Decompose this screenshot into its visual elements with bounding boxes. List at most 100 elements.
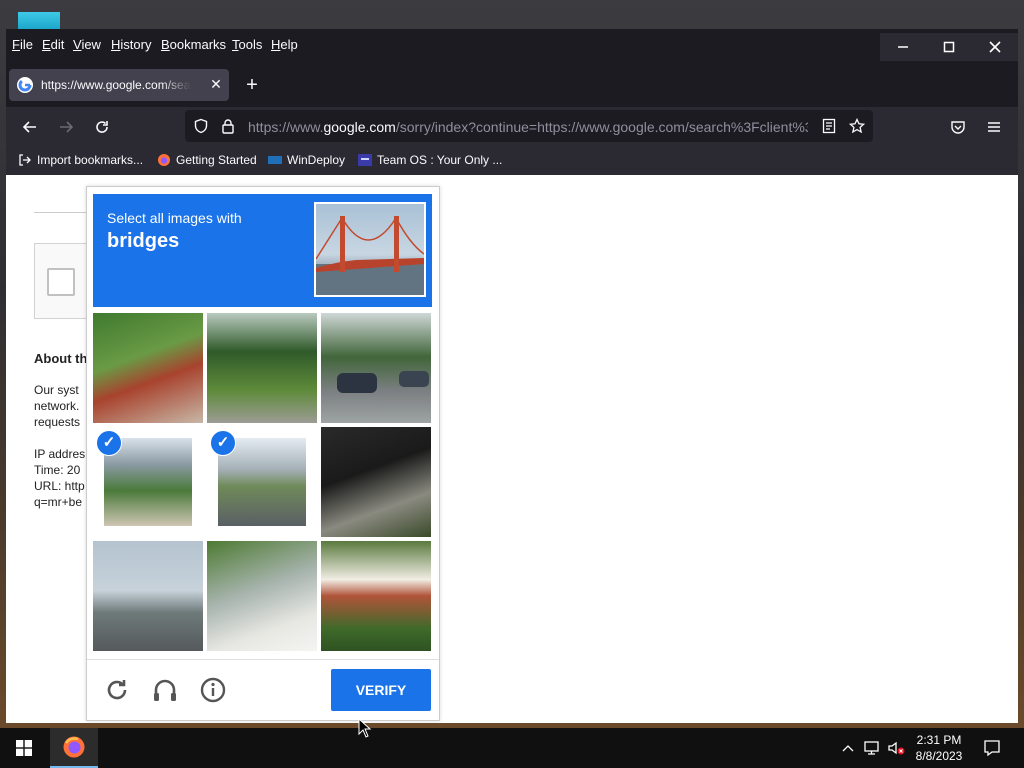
challenge-footer: VERIFY — [87, 659, 439, 720]
car-shape — [337, 373, 377, 393]
navigation-toolbar: https://www.google.com/sorry/index?conti… — [6, 107, 1018, 147]
notification-icon — [984, 740, 1000, 757]
menu-history[interactable]: History — [111, 37, 151, 52]
google-favicon-icon — [17, 77, 33, 93]
menu-bar: File Edit View History Bookmarks Tools H… — [6, 29, 1018, 61]
windeploy-icon — [268, 156, 282, 164]
volume-tray[interactable] — [886, 738, 906, 758]
bookmark-import[interactable]: Import bookmarks... — [18, 153, 143, 167]
minimize-icon — [898, 46, 908, 48]
challenge-tile-6[interactable] — [321, 427, 431, 537]
headphones-icon[interactable] — [151, 676, 179, 704]
clock-date: 8/8/2023 — [915, 749, 963, 763]
divider — [34, 212, 86, 213]
bookmark-getting-started[interactable]: Getting Started — [157, 153, 257, 167]
menu-help[interactable]: Help — [271, 37, 298, 52]
info-line: Our syst — [34, 383, 79, 397]
menu-edit[interactable]: Edit — [42, 37, 64, 52]
sample-image — [314, 202, 426, 297]
challenge-tile-8[interactable] — [207, 541, 317, 651]
clock-time: 2:31 PM — [916, 733, 962, 747]
volume-muted-icon — [888, 741, 905, 755]
minimize-button[interactable] — [880, 33, 926, 61]
taskbar-firefox[interactable] — [50, 728, 98, 768]
about-heading: About th — [34, 351, 88, 366]
challenge-tile-9[interactable] — [321, 541, 431, 651]
import-icon — [19, 154, 31, 166]
checkmark-icon: ✓ — [210, 430, 236, 456]
bookmark-windeploy[interactable]: WinDeploy — [268, 153, 345, 167]
reader-view-icon[interactable] — [821, 118, 837, 134]
bookmarks-toolbar: Import bookmarks... Getting Started WinD… — [6, 147, 1018, 175]
challenge-instruction: Select all images with — [107, 210, 242, 226]
reload-button[interactable] — [90, 115, 114, 139]
info-line: network. — [34, 399, 80, 413]
taskbar-clock[interactable]: 2:31 PM 8/8/2023 — [906, 732, 972, 764]
bookmark-team-os[interactable]: Team OS : Your Only ... — [358, 153, 502, 167]
new-tab-button[interactable]: + — [242, 75, 262, 95]
reload-icon — [96, 121, 108, 133]
recaptcha-challenge: Select all images with bridges ✓ ✓ VERIF… — [86, 186, 440, 721]
menu-bookmarks[interactable]: Bookmarks — [161, 37, 226, 52]
info-line: q=mr+be — [34, 495, 83, 509]
menu-view[interactable]: View — [73, 37, 101, 52]
forward-icon — [60, 121, 74, 133]
info-icon[interactable] — [199, 676, 227, 704]
verify-button[interactable]: VERIFY — [331, 669, 431, 711]
challenge-tile-1[interactable] — [93, 313, 203, 423]
back-button[interactable] — [18, 115, 42, 139]
maximize-icon — [943, 41, 955, 53]
shield-icon[interactable] — [193, 118, 209, 134]
desktop-shortcut-icon[interactable] — [18, 12, 60, 30]
firefox-window: File Edit View History Bookmarks Tools H… — [6, 29, 1018, 723]
chevron-up-icon — [842, 745, 854, 752]
tab-close-icon[interactable]: ✕ — [207, 75, 225, 93]
challenge-tile-3[interactable] — [321, 313, 431, 423]
close-window-button[interactable] — [972, 33, 1018, 61]
firefox-icon — [158, 154, 170, 166]
back-icon — [22, 121, 36, 133]
bookmark-label: Team OS : Your Only ... — [377, 153, 503, 167]
info-line: requests — [34, 415, 81, 429]
tab-active[interactable]: https://www.google.com/search? ✕ — [9, 69, 229, 101]
network-tray[interactable] — [862, 738, 882, 758]
challenge-tile-2[interactable] — [207, 313, 317, 423]
maximize-button[interactable] — [926, 33, 972, 61]
url-text[interactable]: https://www.google.com/sorry/index?conti… — [248, 119, 808, 135]
notifications-button[interactable] — [982, 738, 1002, 758]
firefox-icon — [63, 736, 85, 758]
start-button[interactable] — [0, 728, 48, 768]
tab-title: https://www.google.com/search? — [41, 78, 191, 92]
app-menu-button[interactable] — [982, 115, 1006, 139]
challenge-tile-5[interactable]: ✓ — [207, 427, 317, 537]
challenge-header: Select all images with bridges — [93, 194, 432, 307]
challenge-tile-4[interactable]: ✓ — [93, 427, 203, 537]
recaptcha-checkbox[interactable] — [47, 268, 75, 296]
pocket-button[interactable] — [946, 115, 970, 139]
page-content: About th Our syst network. requests IP a… — [6, 175, 1018, 723]
url-bar[interactable]: https://www.google.com/sorry/index?conti… — [185, 110, 873, 142]
network-icon — [864, 741, 879, 755]
challenge-target: bridges — [107, 230, 180, 252]
info-line: Time: 20 — [34, 463, 81, 477]
challenge-tile-7[interactable] — [93, 541, 203, 651]
bookmark-label: Import bookmarks... — [37, 153, 144, 167]
info-line: URL: http — [34, 479, 85, 493]
forward-button[interactable] — [54, 115, 78, 139]
close-icon — [989, 41, 1001, 53]
car-shape — [399, 371, 429, 387]
star-icon[interactable] — [849, 118, 865, 134]
menu-file[interactable]: File — [12, 37, 33, 52]
show-hidden-icons[interactable] — [838, 738, 858, 758]
bookmark-label: WinDeploy — [287, 153, 346, 167]
recaptcha-checkbox-panel — [34, 243, 88, 319]
lock-icon[interactable] — [220, 118, 236, 134]
hamburger-menu-icon — [988, 122, 1000, 132]
bookmark-label: Getting Started — [176, 153, 257, 167]
pocket-icon — [951, 121, 965, 134]
taskbar: 2:31 PM 8/8/2023 — [0, 728, 1024, 768]
refresh-icon[interactable] — [103, 676, 131, 704]
team-os-icon — [358, 154, 372, 166]
info-line: IP addres — [34, 447, 86, 461]
menu-tools[interactable]: Tools — [232, 37, 262, 52]
